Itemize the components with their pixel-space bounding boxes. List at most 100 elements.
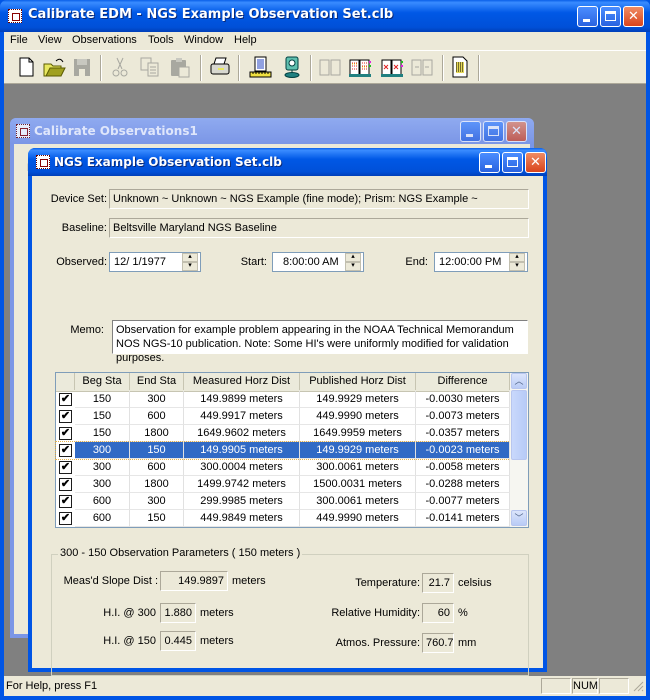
maximize-button[interactable] [600,6,621,27]
main-title-bar[interactable]: Calibrate EDM - NGS Example Observation … [0,0,650,32]
beg-sta-cell: 600 [75,510,130,527]
save-button[interactable] [70,55,94,79]
spin-up-arrow-icon[interactable]: ▴ [345,253,361,262]
child-minimize-button[interactable] [479,152,500,173]
end-time-spinner[interactable]: ▴ ▾ [509,253,525,271]
observation-set-client: Device Set: Unknown ~ Unknown ~ NGS Exam… [32,176,543,676]
memo-field[interactable]: Observation for example problem appearin… [112,320,528,364]
menu-tools[interactable]: Tools [148,34,174,46]
spin-down-arrow-icon[interactable]: ▾ [345,262,361,271]
observations-table[interactable]: Beg Sta End Sta Measured Horz Dist Publi… [55,372,529,528]
bg-minimize-button[interactable] [460,121,481,142]
table-row[interactable]: ✔ 300 600 300.0004 meters 300.0061 meters -0.… [56,459,510,476]
child-close-button[interactable]: ✕ [525,152,546,173]
copy-button[interactable] [138,55,162,79]
beg-sta-cell: 150 [75,391,130,408]
menu-observations[interactable]: Observations [72,34,137,46]
open-folder-icon [43,58,66,77]
table-row[interactable]: ✔ 300 1800 1499.9742 meters 1500.0031 meters… [56,476,510,493]
beg-sta-cell: 300 [75,459,130,476]
row-checkbox[interactable]: ✔ [59,495,72,508]
open-button[interactable] [42,55,66,79]
status-pane-scroll [599,678,629,694]
difference-cell: -0.0073 meters [416,408,510,425]
beg-sta-cell: 600 [75,493,130,510]
temperature-field: 21.7 [422,573,454,593]
menu-file[interactable]: File [10,34,28,46]
published-dist-cell: 300.0061 meters [300,493,416,510]
row-checkbox[interactable]: ✔ [59,427,72,440]
observation-parameters-group: 300 - 150 Observation Parameters ( 150 m… [51,547,529,676]
bg-maximize-button[interactable] [483,121,504,142]
resize-grip-icon[interactable] [632,680,644,692]
beg-sta-cell: 300 [75,476,130,493]
print-button[interactable] [208,55,232,79]
observation-set-title-bar[interactable]: NGS Example Observation Set.clb ✕ [28,148,547,176]
measured-dist-cell: 1649.9602 meters [184,425,300,442]
table-row[interactable]: ✔ 600 150 449.9849 meters 449.9990 meters -0.… [56,510,510,527]
device-set-field: Unknown ~ Unknown ~ NGS Example (fine mo… [109,189,529,209]
cut-button[interactable] [108,55,132,79]
book-data-button[interactable] [348,55,372,79]
row-checkbox[interactable]: ✔ [59,410,72,423]
toolbar-separator [310,55,312,81]
new-file-icon [19,57,34,77]
table-row[interactable]: ✔ 300 150 149.9905 meters 149.9929 meters -0.… [55,441,511,460]
book-errors-button[interactable] [380,55,404,79]
humidity-label: Relative Humidity: [331,607,420,619]
background-window-title-bar[interactable]: Calibrate Observations1 ✕ [10,118,534,144]
hi-begin-unit: meters [200,607,234,619]
baseline-button[interactable] [248,55,272,79]
scroll-up-button[interactable]: ︿ [511,373,527,389]
row-checkbox[interactable]: ✔ [59,444,72,457]
observed-date-spinner[interactable]: ▴ ▾ [182,253,198,271]
difference-cell: -0.0357 meters [416,425,510,442]
document-icon [16,124,30,138]
menu-window[interactable]: Window [184,34,223,46]
row-checkbox[interactable]: ✔ [59,461,72,474]
instrument-button[interactable] [280,55,304,79]
book-compare-icon [411,59,433,76]
bg-close-button[interactable]: ✕ [506,121,527,142]
book-button[interactable] [318,55,342,79]
column-header-check[interactable] [56,373,75,390]
difference-cell: -0.0077 meters [416,493,510,510]
report-button[interactable] [448,55,472,79]
scroll-thumb[interactable] [511,390,527,460]
spin-up-arrow-icon[interactable]: ▴ [182,253,198,262]
start-time-spinner[interactable]: ▴ ▾ [345,253,361,271]
new-file-button[interactable] [14,55,38,79]
row-checkbox[interactable]: ✔ [59,512,72,525]
hi-begin-field: 1.880 [160,603,196,623]
minimize-button[interactable] [577,6,598,27]
scroll-down-button[interactable]: ﹀ [511,510,527,526]
child-maximize-button[interactable] [502,152,523,173]
column-header-difference[interactable]: Difference [416,373,510,390]
table-row[interactable]: ✔ 600 300 299.9985 meters 300.0061 meters -0.… [56,493,510,510]
table-row[interactable]: ✔ 150 1800 1649.9602 meters 1649.9959 meters… [56,425,510,442]
status-text: For Help, press F1 [6,680,98,692]
column-header-measured[interactable]: Measured Horz Dist [184,373,300,390]
app-icon[interactable] [8,9,22,23]
row-checkbox[interactable]: ✔ [59,478,72,491]
column-header-beg-sta[interactable]: Beg Sta [75,373,130,390]
menu-help[interactable]: Help [234,34,257,46]
menu-view[interactable]: View [38,34,62,46]
observation-set-window[interactable]: NGS Example Observation Set.clb ✕ Device… [28,148,547,676]
column-header-end-sta[interactable]: End Sta [130,373,184,390]
column-header-published[interactable]: Published Horz Dist [300,373,416,390]
main-client-area: File View Observations Tools Window Help [4,32,646,696]
table-row[interactable]: ✔ 150 600 449.9917 meters 449.9990 meters -0.… [56,408,510,425]
table-scrollbar[interactable]: ︿ ﹀ [510,373,528,527]
paste-button[interactable] [168,55,192,79]
row-checkbox[interactable]: ✔ [59,393,72,406]
spin-up-arrow-icon[interactable]: ▴ [509,253,525,262]
toolbar-separator [478,55,480,81]
spin-down-arrow-icon[interactable]: ▾ [182,262,198,271]
book-compare-button[interactable] [410,55,434,79]
measured-dist-cell: 449.9849 meters [184,510,300,527]
published-dist-cell: 449.9990 meters [300,510,416,527]
spin-down-arrow-icon[interactable]: ▾ [509,262,525,271]
close-button[interactable]: ✕ [623,6,644,27]
table-row[interactable]: ✔ 150 300 149.9899 meters 149.9929 meters -0.… [56,391,510,408]
